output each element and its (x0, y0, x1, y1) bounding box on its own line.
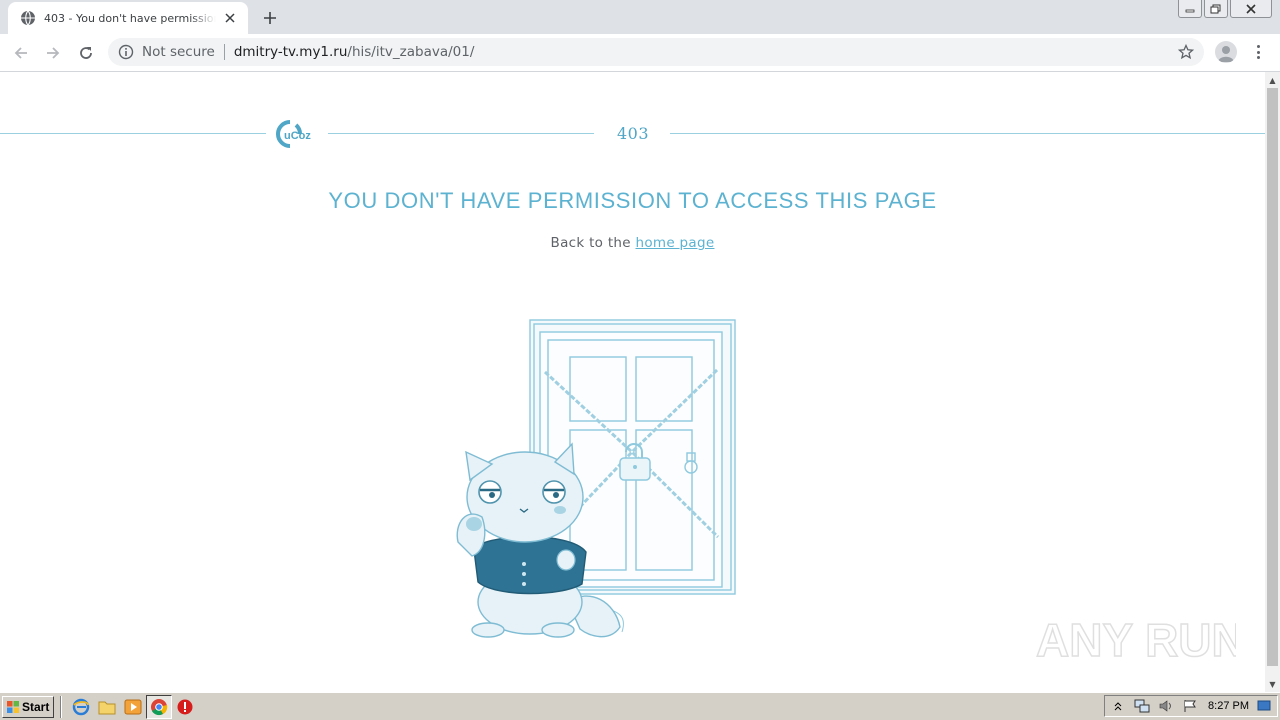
security-label: Not secure (142, 44, 215, 60)
page-scrollbar[interactable]: ▲ ▼ (1265, 72, 1280, 692)
page-viewport: uCoz 403 YOU DON'T HAVE PERMISSION TO AC… (0, 72, 1265, 692)
divider-left (0, 133, 266, 134)
volume-icon[interactable] (1157, 698, 1175, 714)
ie-icon[interactable] (68, 695, 94, 719)
ucoz-logo-text: uCoz (284, 130, 311, 142)
network-icon[interactable] (1133, 698, 1151, 714)
system-tray: 8:27 PM (1104, 695, 1278, 717)
bookmark-star-icon[interactable] (1178, 44, 1194, 60)
watermark-text: ANY RUN (1036, 614, 1236, 666)
reload-button[interactable] (73, 40, 99, 66)
address-separator (223, 44, 225, 60)
more-menu-icon[interactable] (1250, 43, 1266, 61)
restore-button[interactable] (1204, 0, 1228, 18)
scroll-up-icon[interactable]: ▲ (1265, 72, 1280, 88)
clock[interactable]: 8:27 PM (1208, 700, 1249, 712)
tab-title: 403 - You don't have permission to acces… (44, 11, 216, 25)
show-desktop-icon[interactable] (1255, 698, 1273, 714)
back-line: Back to the home page (0, 235, 1265, 251)
windows-taskbar: Start 8:27 PM (0, 692, 1280, 720)
globe-icon (21, 10, 35, 26)
tab-strip: 403 - You don't have permission to acces… (0, 0, 1280, 34)
info-icon[interactable] (118, 44, 134, 60)
taskbar-separator (60, 695, 62, 718)
tab-close-icon[interactable] (222, 10, 238, 26)
divider-right (670, 133, 1265, 134)
media-player-icon[interactable] (120, 695, 146, 719)
start-button[interactable]: Start (2, 695, 54, 718)
restore-icon (1210, 4, 1221, 13)
locked-door-cat-illustration (456, 319, 736, 638)
address-bar[interactable]: Not secure dmitry-tv.my1.ru/his/itv_zaba… (108, 38, 1204, 66)
url-path: /his/itv_zabava/01/ (347, 44, 475, 60)
tab-active[interactable]: 403 - You don't have permission to acces… (8, 2, 248, 34)
scroll-down-icon[interactable]: ▼ (1265, 676, 1280, 692)
plus-icon (264, 12, 276, 24)
reload-icon (80, 47, 92, 59)
arrow-left-icon (14, 47, 27, 59)
ucoz-logo[interactable]: uCoz (276, 120, 322, 148)
page-title: YOU DON'T HAVE PERMISSION TO ACCESS THIS… (328, 188, 937, 213)
divider-middle (328, 133, 594, 134)
error-code: 403 (616, 124, 650, 143)
browser-chrome: 403 - You don't have permission to acces… (0, 0, 1280, 72)
stop-icon[interactable] (172, 695, 198, 719)
arrow-right-icon (47, 47, 60, 59)
anyrun-watermark: ANY RUN (1036, 613, 1236, 667)
action-center-flag-icon[interactable] (1181, 698, 1199, 714)
minimize-button[interactable] (1178, 0, 1202, 18)
url-host: dmitry-tv.my1.ru (233, 44, 348, 60)
chrome-icon[interactable] (146, 694, 172, 719)
back-prefix: Back to the (550, 235, 631, 251)
close-icon (1246, 3, 1256, 14)
back-button[interactable] (8, 40, 34, 66)
home-page-link[interactable]: home page (635, 235, 714, 251)
scrollbar-thumb[interactable] (1267, 88, 1278, 666)
minimize-icon (1185, 9, 1195, 12)
new-tab-button[interactable] (258, 6, 282, 30)
folder-icon[interactable] (94, 695, 120, 719)
windows-flag-icon (7, 700, 19, 713)
tray-expand-icon[interactable] (1109, 698, 1127, 714)
start-label: Start (22, 699, 50, 714)
browser-toolbar: Not secure dmitry-tv.my1.ru/his/itv_zaba… (0, 34, 1280, 72)
window-controls (1178, 0, 1272, 18)
profile-avatar-icon[interactable] (1215, 41, 1237, 63)
close-window-button[interactable] (1230, 0, 1272, 18)
forward-button[interactable] (40, 40, 66, 66)
